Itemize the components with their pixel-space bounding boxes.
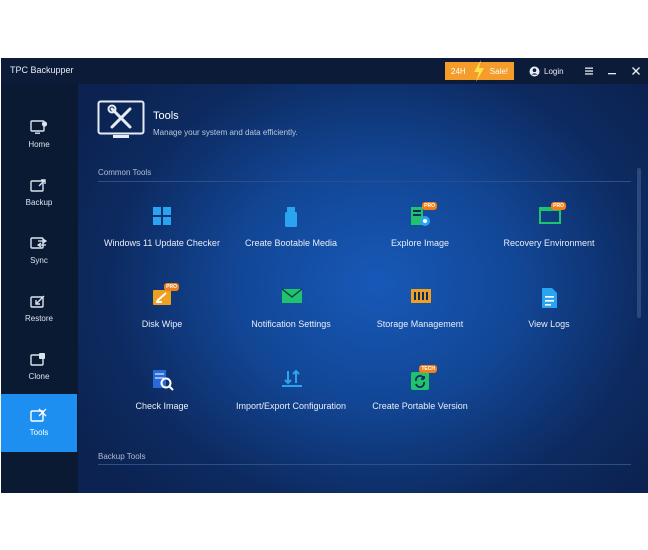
- sidebar-item-backup[interactable]: Backup: [1, 164, 77, 222]
- sidebar-item-tools[interactable]: Tools: [1, 394, 77, 452]
- section-title-common-tools: Common Tools: [98, 168, 152, 177]
- app-title: TPC Backupper: [10, 65, 74, 75]
- tool-label: Create Bootable Media: [244, 238, 338, 248]
- restore-icon: [30, 295, 45, 308]
- minimize-icon[interactable]: [605, 64, 619, 78]
- clone-icon: [30, 353, 45, 366]
- sidebar-item-sync[interactable]: Sync: [1, 222, 77, 280]
- tech-badge: TECH: [419, 365, 437, 373]
- login-label: Login: [544, 66, 564, 76]
- app-window: TPC Backupper 24H Sale! Login Home Backu…: [1, 58, 648, 493]
- tool-label: Notification Settings: [251, 319, 331, 329]
- sidebar-item-label: Clone: [28, 372, 50, 381]
- sidebar-item-clone[interactable]: Clone: [1, 338, 77, 396]
- tool-storage-management[interactable]: Storage Management: [360, 287, 480, 347]
- section-divider: [98, 181, 631, 182]
- pro-badge: PRO: [551, 202, 566, 210]
- import-export-icon: [282, 369, 302, 387]
- tool-label: Create Portable Version: [372, 401, 468, 411]
- tool-import-export-configuration[interactable]: Import/Export Configuration: [231, 369, 351, 429]
- tool-view-logs[interactable]: View Logs: [489, 287, 609, 347]
- page-title: Tools: [153, 110, 179, 122]
- tool-create-portable-version[interactable]: TECH Create Portable Version: [360, 365, 480, 429]
- log-file-icon: [542, 288, 557, 308]
- tool-label: Import/Export Configuration: [235, 401, 347, 411]
- tool-label: Disk Wipe: [141, 319, 183, 329]
- sync-icon: [30, 237, 48, 249]
- sidebar-item-label: Sync: [30, 256, 48, 265]
- tool-create-bootable-media[interactable]: Create Bootable Media: [231, 206, 351, 266]
- pro-badge: PRO: [422, 202, 437, 210]
- sidebar-item-home[interactable]: Home: [1, 106, 77, 164]
- backup-icon: [30, 179, 46, 192]
- login-button[interactable]: Login: [529, 64, 564, 78]
- section-divider: [98, 464, 631, 465]
- sale-label: Sale!: [489, 66, 508, 76]
- tool-label: Recovery Environment: [503, 238, 595, 248]
- sidebar-item-label: Restore: [24, 314, 53, 323]
- check-image-icon: [153, 370, 174, 391]
- menu-icon[interactable]: [582, 64, 596, 78]
- usb-drive-icon: [285, 207, 297, 227]
- tool-check-image[interactable]: Check Image: [102, 369, 222, 429]
- close-icon[interactable]: [629, 64, 643, 78]
- windows-icon: [153, 207, 171, 225]
- sidebar-item-label: Home: [28, 140, 50, 149]
- tools-icon: [30, 408, 47, 422]
- main-panel: Tools Manage your system and data effici…: [78, 84, 648, 493]
- sidebar: Home Backup Sync Restore Clone Tools: [1, 84, 78, 493]
- sale-24h-label: 24H: [451, 66, 466, 76]
- tool-windows-11-update-checker[interactable]: Windows 11 Update Checker: [102, 206, 222, 266]
- scrollbar[interactable]: [637, 168, 641, 318]
- tool-label: Storage Management: [376, 319, 464, 329]
- tool-disk-wipe[interactable]: PRO Disk Wipe: [102, 283, 222, 347]
- pro-badge: PRO: [164, 283, 179, 291]
- tool-recovery-environment[interactable]: PRO Recovery Environment: [489, 202, 609, 266]
- tool-label: Windows 11 Update Checker: [104, 238, 220, 248]
- home-icon: [30, 120, 48, 134]
- section-title-backup-tools: Backup Tools: [98, 452, 146, 461]
- tool-notification-settings[interactable]: Notification Settings: [231, 287, 351, 347]
- tool-label: View Logs: [528, 319, 570, 329]
- title-bar: TPC Backupper 24H Sale! Login: [1, 58, 648, 84]
- sidebar-item-label: Tools: [29, 428, 49, 437]
- tool-label: Explore Image: [390, 238, 450, 248]
- tool-label: Check Image: [135, 401, 189, 411]
- mail-icon: [281, 288, 303, 303]
- page-subtitle: Manage your system and data efficiently.: [153, 128, 298, 137]
- lightning-icon: [474, 60, 484, 82]
- tool-explore-image[interactable]: PRO Explore Image: [360, 202, 480, 266]
- sidebar-item-label: Backup: [25, 198, 53, 207]
- sale-banner[interactable]: 24H Sale!: [445, 60, 514, 82]
- tools-header-icon: [97, 100, 145, 138]
- storage-icon: [411, 289, 431, 303]
- sidebar-item-restore[interactable]: Restore: [1, 280, 77, 338]
- user-icon: [529, 66, 540, 76]
